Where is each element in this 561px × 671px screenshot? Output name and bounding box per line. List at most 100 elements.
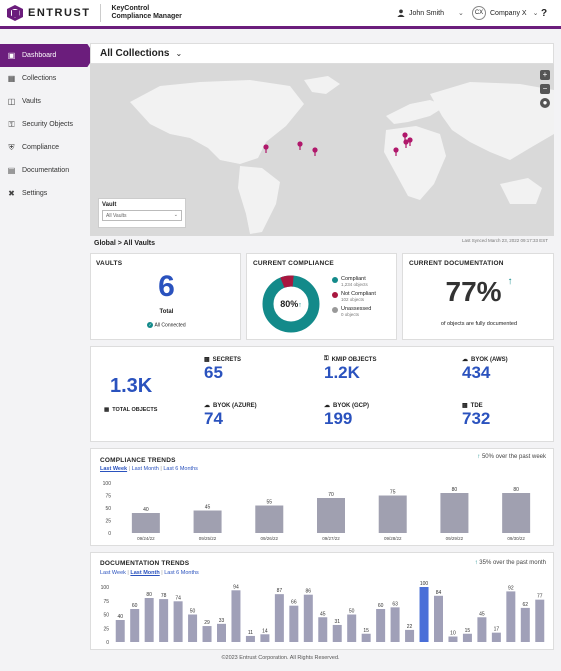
bar [361, 633, 371, 642]
sidebar-item-label: Settings [22, 190, 48, 197]
legend-sub: 0 objects [341, 312, 360, 317]
kpi-label-text: SECRETS [212, 356, 242, 363]
kpi-label-text: KMIP OBJECTS [331, 356, 377, 363]
kpi-label: ⚿ KMIP OBJECTS [324, 356, 376, 363]
cloud-icon: ☁ [324, 403, 330, 409]
bar [434, 595, 443, 642]
kpi-byok-azure[interactable]: ☁ BYOK (AZURE) 74 [204, 402, 257, 429]
kpi-tde[interactable]: ▩ TDE 732 [462, 402, 490, 429]
bar [332, 624, 342, 642]
y-tick-label: 75 [103, 599, 109, 605]
total-objects-text: TOTAL OBJECTS [112, 407, 158, 413]
kpi-byok-gcp[interactable]: ☁ BYOK (GCP) 199 [324, 402, 369, 429]
data-label: 92 [508, 585, 514, 591]
tab-last-week[interactable]: Last Week [100, 466, 127, 472]
bar [477, 617, 487, 642]
data-label: 31 [334, 619, 340, 625]
compliance-card[interactable]: CURRENT COMPLIANCE 80%↑ Compliant 1,234 o… [246, 253, 397, 340]
data-label: 70 [328, 492, 334, 498]
sidebar-item-vaults[interactable]: ◫ Vaults [0, 90, 90, 113]
collection-selector[interactable]: All Collections ⌄ [90, 43, 554, 64]
sidebar-item-label: Documentation [22, 167, 70, 174]
vault-icon: ◫ [7, 97, 16, 106]
kpi-secrets[interactable]: ▩ SECRETS 65 [204, 356, 241, 383]
bar [202, 626, 212, 642]
bar [188, 614, 198, 642]
y-tick-label: 100 [103, 481, 112, 487]
bar [535, 599, 545, 642]
kpi-kmip-objects[interactable]: ⚿ KMIP OBJECTS 1.2K [324, 356, 376, 383]
y-tick-label: 25 [103, 626, 109, 632]
documentation-trends-note-text: 35% over the past month [479, 560, 546, 566]
bar [144, 598, 154, 642]
total-objects-label: ▩ TOTAL OBJECTS [104, 407, 157, 413]
tab-last-week[interactable]: Last Week [100, 570, 126, 576]
settings-icon: ✖ [8, 189, 15, 198]
vault-select[interactable]: All Vaults ⌄ [102, 210, 182, 221]
entrust-logo[interactable]: ENTRUST [7, 5, 90, 21]
check-icon: ✓ [147, 322, 154, 328]
zoom-out-button[interactable]: − [540, 84, 550, 94]
data-label: 94 [233, 584, 239, 590]
sidebar-item-settings[interactable]: ✖ Settings [0, 182, 90, 205]
tab-last-month[interactable]: Last Month [130, 570, 159, 576]
globe-icon[interactable]: ● [540, 98, 550, 108]
sidebar-item-documentation[interactable]: ▤ Documentation [0, 159, 90, 182]
sidebar-item-collections[interactable]: ▦ Collections [0, 67, 90, 90]
help-button[interactable]: ? [541, 8, 547, 19]
documentation-trends-tabs: Last Week | Last Month | Last 6 Months [100, 570, 199, 576]
kpi-label-text: TDE [470, 402, 483, 409]
company-switcher[interactable]: CX Company X ⌄ [472, 6, 538, 20]
database-icon: ▩ [462, 403, 468, 409]
bar [245, 635, 255, 642]
compliance-trends-note: ↑ 50% over the past week [477, 454, 546, 460]
legend-sub: 102 objects [341, 297, 365, 302]
arrow-up-icon: ↑ [474, 560, 478, 566]
vaults-total-value: 6 [158, 270, 175, 303]
data-label: 45 [205, 505, 211, 511]
sidebar-item-label: Vaults [22, 98, 41, 105]
documentation-title: CURRENT DOCUMENTATION [409, 260, 504, 267]
compliance-trends-note-text: 50% over the past week [481, 454, 546, 460]
x-tick-label: 09/29/22 [446, 536, 464, 541]
legend-swatch [332, 292, 338, 298]
tab-separator: | [127, 570, 129, 576]
bar [520, 607, 530, 642]
sidebar-item-dashboard[interactable]: ▣ Dashboard [0, 44, 95, 67]
vault-map[interactable]: + − ● Vault All Vaults ⌄ [90, 64, 554, 236]
compliance-trends-tabs: Last Week | Last Month | Last 6 Months [100, 466, 198, 472]
chevron-down-icon: ⌄ [173, 212, 178, 218]
data-label: 10 [450, 631, 456, 637]
header-divider [100, 4, 102, 22]
data-label: 62 [523, 602, 529, 608]
kpi-label-text: BYOK (AWS) [471, 356, 508, 363]
bar [502, 493, 531, 533]
tab-last-6-months[interactable]: Last 6 Months [163, 466, 198, 472]
tab-last-month[interactable]: Last Month [132, 466, 159, 472]
collections-icon: ▦ [7, 74, 16, 83]
vaults-card[interactable]: VAULTS 6 Total ✓ All Connected [90, 253, 241, 340]
data-label: 86 [306, 589, 312, 595]
kpi-value: 434 [462, 363, 491, 382]
tab-last-6-months[interactable]: Last 6 Months [164, 570, 199, 576]
data-label: 100 [420, 581, 429, 587]
sidebar-item-compliance[interactable]: ⛨ Compliance [0, 136, 90, 159]
sidebar-item-security-objects[interactable]: ⚿ Security Objects [0, 113, 90, 136]
bar [303, 594, 313, 642]
lock-icon: ▩ [204, 357, 210, 363]
zoom-in-button[interactable]: + [540, 70, 550, 80]
compliance-trends-title: COMPLIANCE TRENDS [100, 457, 176, 464]
vaults-status: ✓ All Connected [91, 322, 242, 328]
documentation-trends-chart: 0 25 50 75 100 40 60 80 78 74 50 29 33 94 11 14 87 66 86 45… [101, 581, 545, 646]
bar [491, 632, 501, 642]
kpi-byok-aws[interactable]: ☁ BYOK (AWS) 434 [462, 356, 508, 383]
data-label: 80 [513, 487, 519, 493]
data-label: 45 [320, 611, 326, 617]
bar [173, 601, 183, 642]
data-label: 60 [132, 603, 138, 609]
documentation-card[interactable]: CURRENT DOCUMENTATION 77% ↑ of objects a… [402, 253, 554, 340]
user-menu[interactable]: John Smith ⌄ [397, 9, 464, 17]
compliance-title: CURRENT COMPLIANCE [253, 260, 334, 267]
kpi-label: ☁ BYOK (AZURE) [204, 402, 257, 410]
breadcrumb-root[interactable]: Global [94, 240, 116, 247]
